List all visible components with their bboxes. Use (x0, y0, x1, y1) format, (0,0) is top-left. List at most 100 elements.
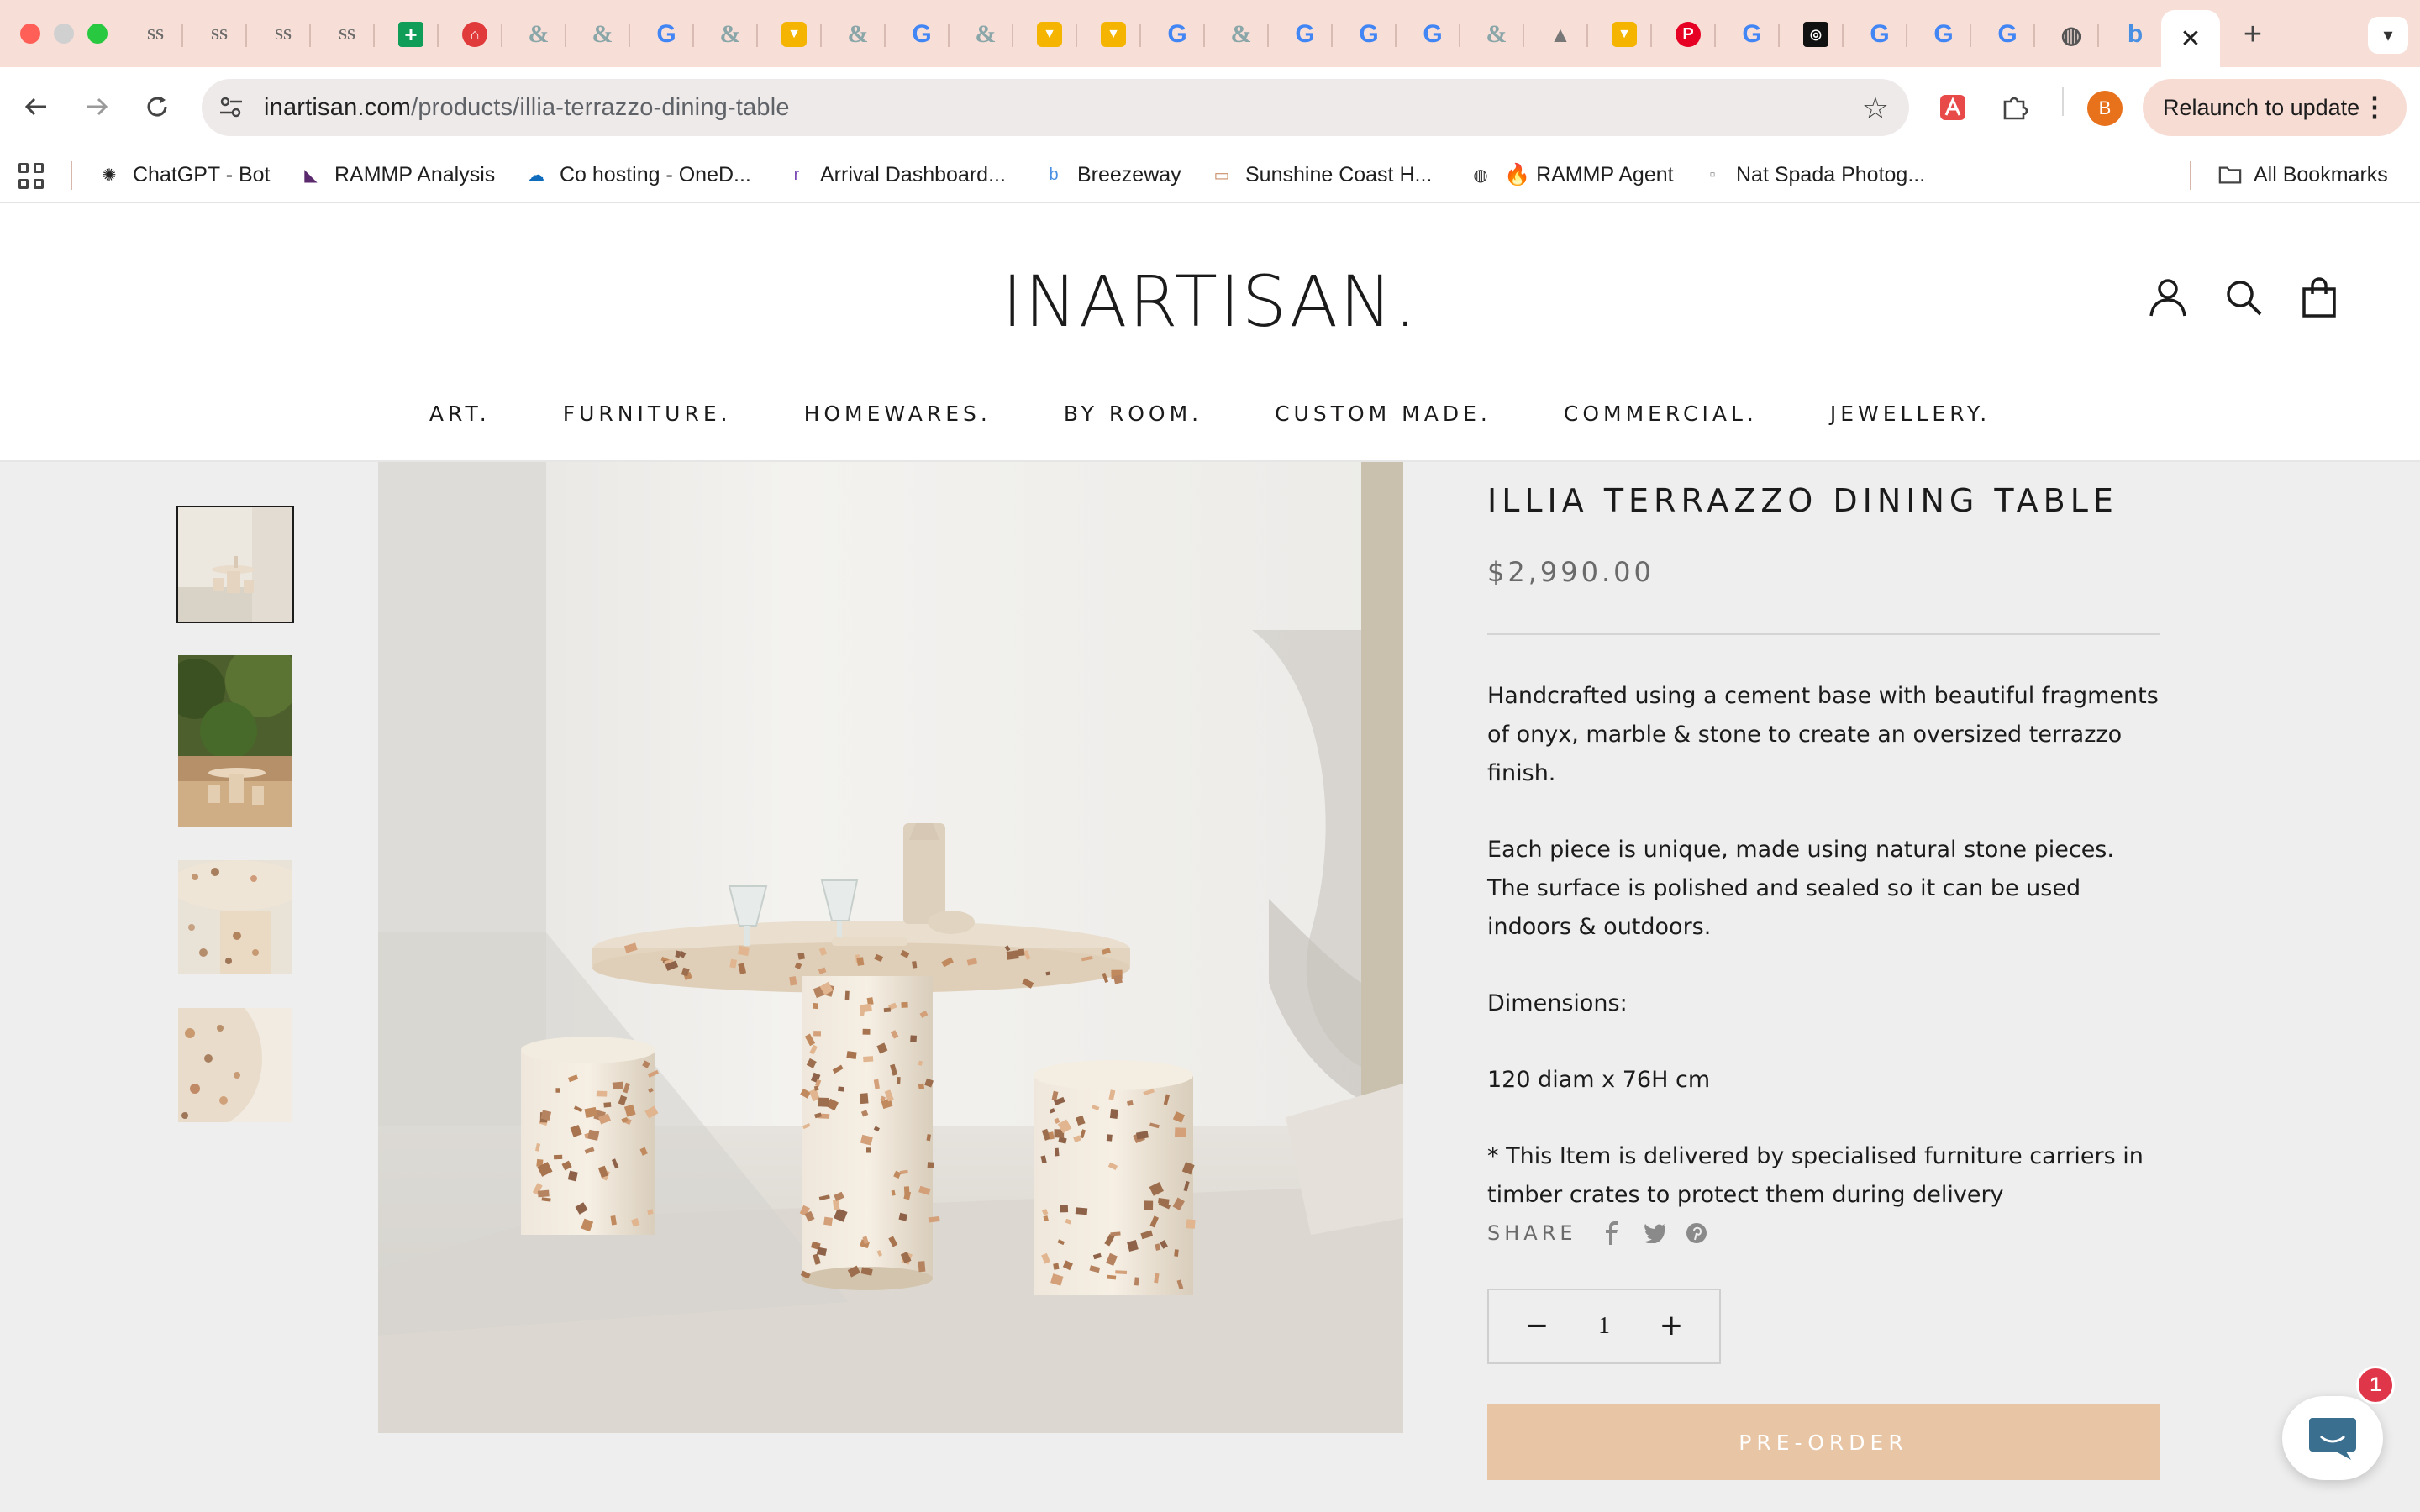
browser-tab[interactable]: ◍ (2044, 12, 2099, 57)
product-thumbnail-4[interactable] (178, 1008, 292, 1122)
pinterest-icon[interactable] (1685, 1221, 1708, 1245)
bookmark-item[interactable]: ◣ RAMMP Analysis (299, 158, 495, 192)
nav-item-art[interactable]: ART. (429, 402, 491, 426)
browser-tab[interactable]: G (1980, 12, 2035, 57)
facebook-icon[interactable] (1601, 1221, 1624, 1245)
quantity-decrease-button[interactable]: − (1523, 1308, 1551, 1345)
new-tab-button[interactable]: + (2233, 15, 2272, 54)
reload-button[interactable] (136, 86, 178, 128)
site-logo[interactable]: INARTISAN. (0, 260, 2420, 343)
tab-search-button[interactable]: ▾ (2368, 17, 2408, 54)
bookmark-item[interactable]: ☁ Co hosting - OneD... (524, 158, 751, 192)
browser-tab[interactable]: G (894, 12, 950, 57)
preorder-button[interactable]: PRE-ORDER (1487, 1404, 2160, 1480)
bookmark-label: Nat Spada Photog... (1736, 162, 1926, 186)
back-button[interactable] (15, 86, 57, 128)
active-tab[interactable]: ✕ (2161, 10, 2220, 67)
cart-bag-icon[interactable] (2296, 274, 2343, 321)
product-thumbnail-2[interactable] (178, 655, 292, 827)
maximize-window-button[interactable] (87, 24, 108, 44)
bookmark-item[interactable]: b Breezeway (1042, 158, 1181, 192)
browser-tab[interactable]: & (575, 12, 630, 57)
browser-tab[interactable]: ⌂ (447, 12, 502, 57)
bookmark-item[interactable]: ▫ Nat Spada Photog... (1701, 158, 1925, 192)
browser-tab[interactable]: ▼ (1086, 12, 1141, 57)
browser-tab[interactable]: P (1660, 12, 1716, 57)
close-window-button[interactable] (20, 24, 40, 44)
bookmark-item[interactable]: ◍ 🔥 RAMMP Agent (1469, 158, 1673, 192)
browser-tab[interactable]: & (1213, 12, 1269, 57)
browser-tab[interactable]: & (830, 12, 886, 57)
browser-tab[interactable]: G (1405, 12, 1460, 57)
bookmark-item[interactable]: r Arrival Dashboard... (785, 158, 1006, 192)
browser-tab[interactable]: G (1341, 12, 1397, 57)
bookmarks-divider-right (2190, 161, 2191, 190)
tab-separator (820, 24, 822, 47)
back-arrow-icon (24, 97, 46, 116)
browser-tab[interactable]: G (1724, 12, 1780, 57)
search-icon[interactable] (2220, 274, 2267, 321)
browser-tab[interactable]: SS (255, 12, 311, 57)
apps-grid-icon[interactable] (18, 163, 45, 190)
browser-tab[interactable]: ▲ (1533, 12, 1588, 57)
extension-red-icon[interactable] (1933, 86, 1973, 129)
chat-widget-button[interactable] (2282, 1396, 2383, 1480)
address-bar[interactable]: inartisan.com/products/illia-terrazzo-di… (202, 79, 1909, 136)
browser-tab[interactable]: SS (192, 12, 247, 57)
browser-tab[interactable]: G (1916, 12, 1971, 57)
bookmark-star-icon[interactable]: ☆ (1862, 91, 1889, 126)
bookmark-item[interactable]: ▭ Sunshine Coast H... (1210, 158, 1433, 192)
nav-item-custom-made[interactable]: CUSTOM MADE. (1275, 402, 1491, 426)
browser-tab[interactable]: G (1150, 12, 1205, 57)
nav-item-furniture[interactable]: FURNITURE. (563, 402, 732, 426)
more-menu-icon[interactable]: ⋮ (2361, 91, 2388, 123)
browser-tab[interactable]: ▼ (1022, 12, 1077, 57)
account-icon[interactable] (2144, 274, 2191, 321)
nav-item-commercial[interactable]: COMMERCIAL. (1564, 402, 1758, 426)
all-bookmarks-button[interactable]: All Bookmarks (2218, 158, 2388, 192)
browser-toolbar: inartisan.com/products/illia-terrazzo-di… (0, 67, 2420, 148)
twitter-icon[interactable] (1643, 1221, 1666, 1245)
browser-tab[interactable]: SS (128, 12, 183, 57)
browser-tab[interactable]: & (702, 12, 758, 57)
profile-avatar[interactable]: B (2087, 91, 2123, 126)
tab-separator (1331, 24, 1333, 47)
browser-tab[interactable]: & (958, 12, 1013, 57)
browser-tab[interactable]: G (1852, 12, 1907, 57)
forward-button[interactable] (76, 86, 118, 128)
terrazzo-chip (1075, 1207, 1088, 1215)
browser-tab[interactable]: & (511, 12, 566, 57)
browser-tab[interactable]: SS (319, 12, 375, 57)
terrazzo-chip (797, 953, 805, 960)
nav-item-by-room[interactable]: BY ROOM. (1064, 402, 1202, 426)
product-thumbnail-3[interactable] (178, 860, 292, 974)
minimize-window-button[interactable] (54, 24, 74, 44)
forward-arrow-icon (87, 97, 108, 116)
product-main-image[interactable] (378, 462, 1403, 1433)
browser-tab[interactable]: ▼ (1597, 12, 1652, 57)
browser-tab[interactable]: ▼ (766, 12, 822, 57)
browser-tab[interactable]: ◎ (1788, 12, 1844, 57)
browser-tab[interactable]: + (383, 12, 439, 57)
relaunch-to-update-button[interactable]: Relaunch to update ⋮ (2143, 79, 2407, 136)
url-text[interactable]: inartisan.com/products/illia-terrazzo-di… (264, 94, 790, 122)
quantity-increase-button[interactable]: + (1657, 1308, 1686, 1345)
browser-tab[interactable]: G (1277, 12, 1333, 57)
google-icon: G (1742, 20, 1762, 48)
terrazzo-chip (823, 1216, 834, 1226)
site-info-icon[interactable] (217, 94, 245, 121)
tab-strip: SS SS SS SS + ⌂ & & G & ▼ & G & ▼ ▼ G & G G G & ▲ ▼ P G ◎ G G G ◍ b ✕ +… (0, 0, 2420, 67)
price-divider (1487, 633, 2160, 635)
terrazzo-chip (1055, 1147, 1060, 1157)
bookmark-label: RAMMP Analysis (334, 162, 496, 186)
nav-item-homewares[interactable]: HOMEWARES. (804, 402, 992, 426)
product-thumbnail-1[interactable] (176, 506, 294, 623)
quantity-value[interactable]: 1 (1598, 1313, 1610, 1340)
browser-tab[interactable]: G (639, 12, 694, 57)
nav-item-jewellery[interactable]: JEWELLERY. (1830, 402, 1991, 426)
close-tab-icon[interactable]: ✕ (2180, 24, 2201, 54)
browser-tab[interactable]: b (2107, 12, 2163, 57)
extensions-puzzle-icon[interactable] (1995, 86, 2035, 129)
bookmark-item[interactable]: ✺ ChatGPT - Bot (97, 158, 271, 192)
browser-tab[interactable]: & (1469, 12, 1524, 57)
